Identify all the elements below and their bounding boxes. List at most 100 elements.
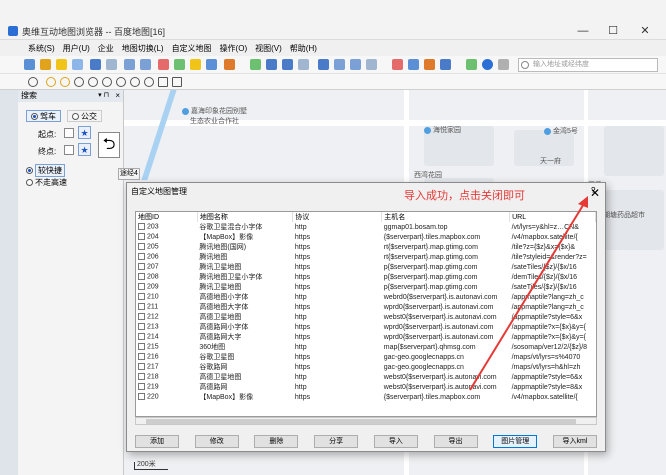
table-row[interactable]: 212 高德卫星地图 http webst0{$serverpart}.is.auto… xyxy=(136,312,596,322)
target-icon[interactable] xyxy=(28,77,38,87)
row-checkbox[interactable] xyxy=(138,313,145,321)
tab-drive[interactable]: 驾车 xyxy=(26,110,61,122)
line-icon[interactable] xyxy=(266,59,277,70)
dialog-close-button[interactable]: ✕ xyxy=(590,186,600,200)
freehand-icon[interactable] xyxy=(88,77,98,87)
grid-icon[interactable] xyxy=(106,59,117,70)
table-row[interactable]: 213 高德路网小字体 https wprd0{$serverpart}.is.aut… xyxy=(136,322,596,332)
menu-user[interactable]: 用户(U) xyxy=(63,43,90,54)
row-checkbox[interactable] xyxy=(138,253,145,261)
row-checkbox[interactable] xyxy=(138,363,145,371)
menu-map-switch[interactable]: 地图切换(L) xyxy=(122,43,164,54)
menu-enterprise[interactable]: 企业 xyxy=(98,43,114,54)
row-checkbox[interactable] xyxy=(138,233,145,241)
map-icon[interactable] xyxy=(72,59,83,70)
arc-icon[interactable] xyxy=(116,77,126,87)
map-poi[interactable]: 天一府 xyxy=(540,156,561,166)
table-row[interactable]: 218 高德卫星地图 http webst0{$serverpart}.is.auto… xyxy=(136,372,596,382)
fit-icon[interactable] xyxy=(172,77,182,87)
table-row[interactable]: 217 谷歌路网 https gac-geo.googlecnapps.cn/maps… xyxy=(136,362,596,372)
cloud-icon[interactable] xyxy=(366,59,377,70)
tab-transit[interactable]: 公交 xyxy=(67,110,102,122)
menu-system[interactable]: 系统(S) xyxy=(28,43,55,54)
sync-icon[interactable] xyxy=(350,59,361,70)
map-poi[interactable]: 金湾5号 xyxy=(544,126,578,136)
polygon-icon[interactable] xyxy=(282,59,293,70)
table-row[interactable]: 208 腾讯地图卫星小字体 https p{$serverpart}.map.gtim… xyxy=(136,272,596,282)
share-button[interactable]: 分享 xyxy=(314,435,359,448)
swap-route-button[interactable]: ⮌ xyxy=(98,132,120,158)
menu-help[interactable]: 帮助(H) xyxy=(290,43,317,54)
table-row[interactable]: 219 高德路网 http webst0{$serverpart}.is.autona… xyxy=(136,382,596,392)
3d-icon[interactable] xyxy=(90,59,101,70)
table-row[interactable]: 207 腾讯卫星地图 https p{$serverpart}.map.gtimg.c… xyxy=(136,262,596,272)
end-input[interactable] xyxy=(64,145,74,155)
import-kml-button[interactable]: 导入kml xyxy=(552,435,597,448)
route-icon[interactable] xyxy=(318,59,329,70)
edit-icon[interactable] xyxy=(424,59,435,70)
panel-pin-icon[interactable]: ▾ ⊓ xyxy=(98,90,109,102)
minimize-button[interactable]: — xyxy=(568,24,598,38)
table-row[interactable]: 220 【MapBox】影像 https {$serverpart}.tiles.ma… xyxy=(136,392,596,402)
image-manage-button[interactable]: 图片管理 xyxy=(493,435,538,448)
start-favorite-button[interactable]: ★ xyxy=(78,126,91,139)
menu-custom-map[interactable]: 自定义地图 xyxy=(172,43,212,54)
info-icon[interactable] xyxy=(482,59,493,70)
polyline-icon[interactable] xyxy=(74,77,84,87)
folder-icon[interactable] xyxy=(40,59,51,70)
option-fast[interactable]: 较快捷 xyxy=(26,164,65,177)
import-button[interactable]: 导入 xyxy=(373,435,418,448)
export-button[interactable]: 导出 xyxy=(433,435,478,448)
row-checkbox[interactable] xyxy=(138,293,145,301)
column-map-id[interactable]: 地图ID xyxy=(136,212,198,222)
measure-icon[interactable] xyxy=(206,59,217,70)
circle-draw-icon[interactable] xyxy=(102,77,112,87)
image-icon[interactable] xyxy=(466,59,477,70)
close-window-button[interactable]: ✕ xyxy=(630,24,660,38)
track-icon[interactable] xyxy=(250,59,261,70)
row-checkbox[interactable] xyxy=(138,323,145,331)
layer-icon[interactable] xyxy=(174,59,185,70)
column-map-name[interactable]: 地图名称 xyxy=(197,212,294,222)
marker-icon[interactable] xyxy=(60,77,70,87)
table-row[interactable]: 203 谷歌卫星混合小字体 http ggmap01.bosam.top/vt/lyr… xyxy=(136,222,596,232)
table-row[interactable]: 215 360地图 http map{$serverpart}.qhmsg.com/s… xyxy=(136,342,596,352)
photo-icon[interactable] xyxy=(224,59,235,70)
menu-view[interactable]: 视图(V) xyxy=(255,43,282,54)
row-checkbox[interactable] xyxy=(138,353,145,361)
pin-icon[interactable] xyxy=(46,77,56,87)
row-checkbox[interactable] xyxy=(138,303,145,311)
delete-button[interactable]: 删除 xyxy=(254,435,299,448)
panel-close-button[interactable]: × xyxy=(115,90,120,102)
save-icon[interactable] xyxy=(24,59,35,70)
share-icon[interactable] xyxy=(408,59,419,70)
column-url[interactable]: URL xyxy=(509,212,596,222)
row-checkbox[interactable] xyxy=(138,273,145,281)
map-poi[interactable]: 海悦家园 xyxy=(424,125,461,135)
star-icon[interactable] xyxy=(56,59,67,70)
map-poi[interactable]: 西湾花园 xyxy=(414,170,442,180)
option-no-highway[interactable]: 不走高速 xyxy=(26,177,67,188)
undo-icon[interactable] xyxy=(124,59,135,70)
table-row[interactable]: 206 腾讯地图 https rt{$serverpart}.map.gtimg.co… xyxy=(136,252,596,262)
row-checkbox[interactable] xyxy=(138,373,145,381)
search-input[interactable]: 输入地址或经纬度 xyxy=(518,58,658,72)
rectangle-icon[interactable] xyxy=(158,77,168,87)
settings-icon[interactable] xyxy=(392,59,403,70)
table-row[interactable]: 204 【MapBox】影像 https {$serverpart}.tiles.ma… xyxy=(136,232,596,242)
end-favorite-button[interactable]: ★ xyxy=(78,143,91,156)
start-input[interactable] xyxy=(64,128,74,138)
table-row[interactable]: 209 腾讯卫星地图 https p{$serverpart}.map.gtimg.c… xyxy=(136,282,596,292)
search-tool-icon[interactable] xyxy=(440,59,451,70)
add-button[interactable]: 添加 xyxy=(135,435,179,448)
pen-icon[interactable] xyxy=(190,59,201,70)
ellipse-icon[interactable] xyxy=(130,77,140,87)
redo-icon[interactable] xyxy=(140,59,151,70)
maximize-button[interactable]: ☐ xyxy=(598,24,628,38)
vip-icon[interactable] xyxy=(498,59,509,70)
row-checkbox[interactable] xyxy=(138,343,145,351)
column-protocol[interactable]: 协议 xyxy=(292,212,383,222)
table-row[interactable]: 210 高德地图小字体 http webrd0{$serverpart}.is.aut… xyxy=(136,292,596,302)
column-hostname[interactable]: 主机名 xyxy=(381,212,511,222)
row-checkbox[interactable] xyxy=(138,383,145,391)
